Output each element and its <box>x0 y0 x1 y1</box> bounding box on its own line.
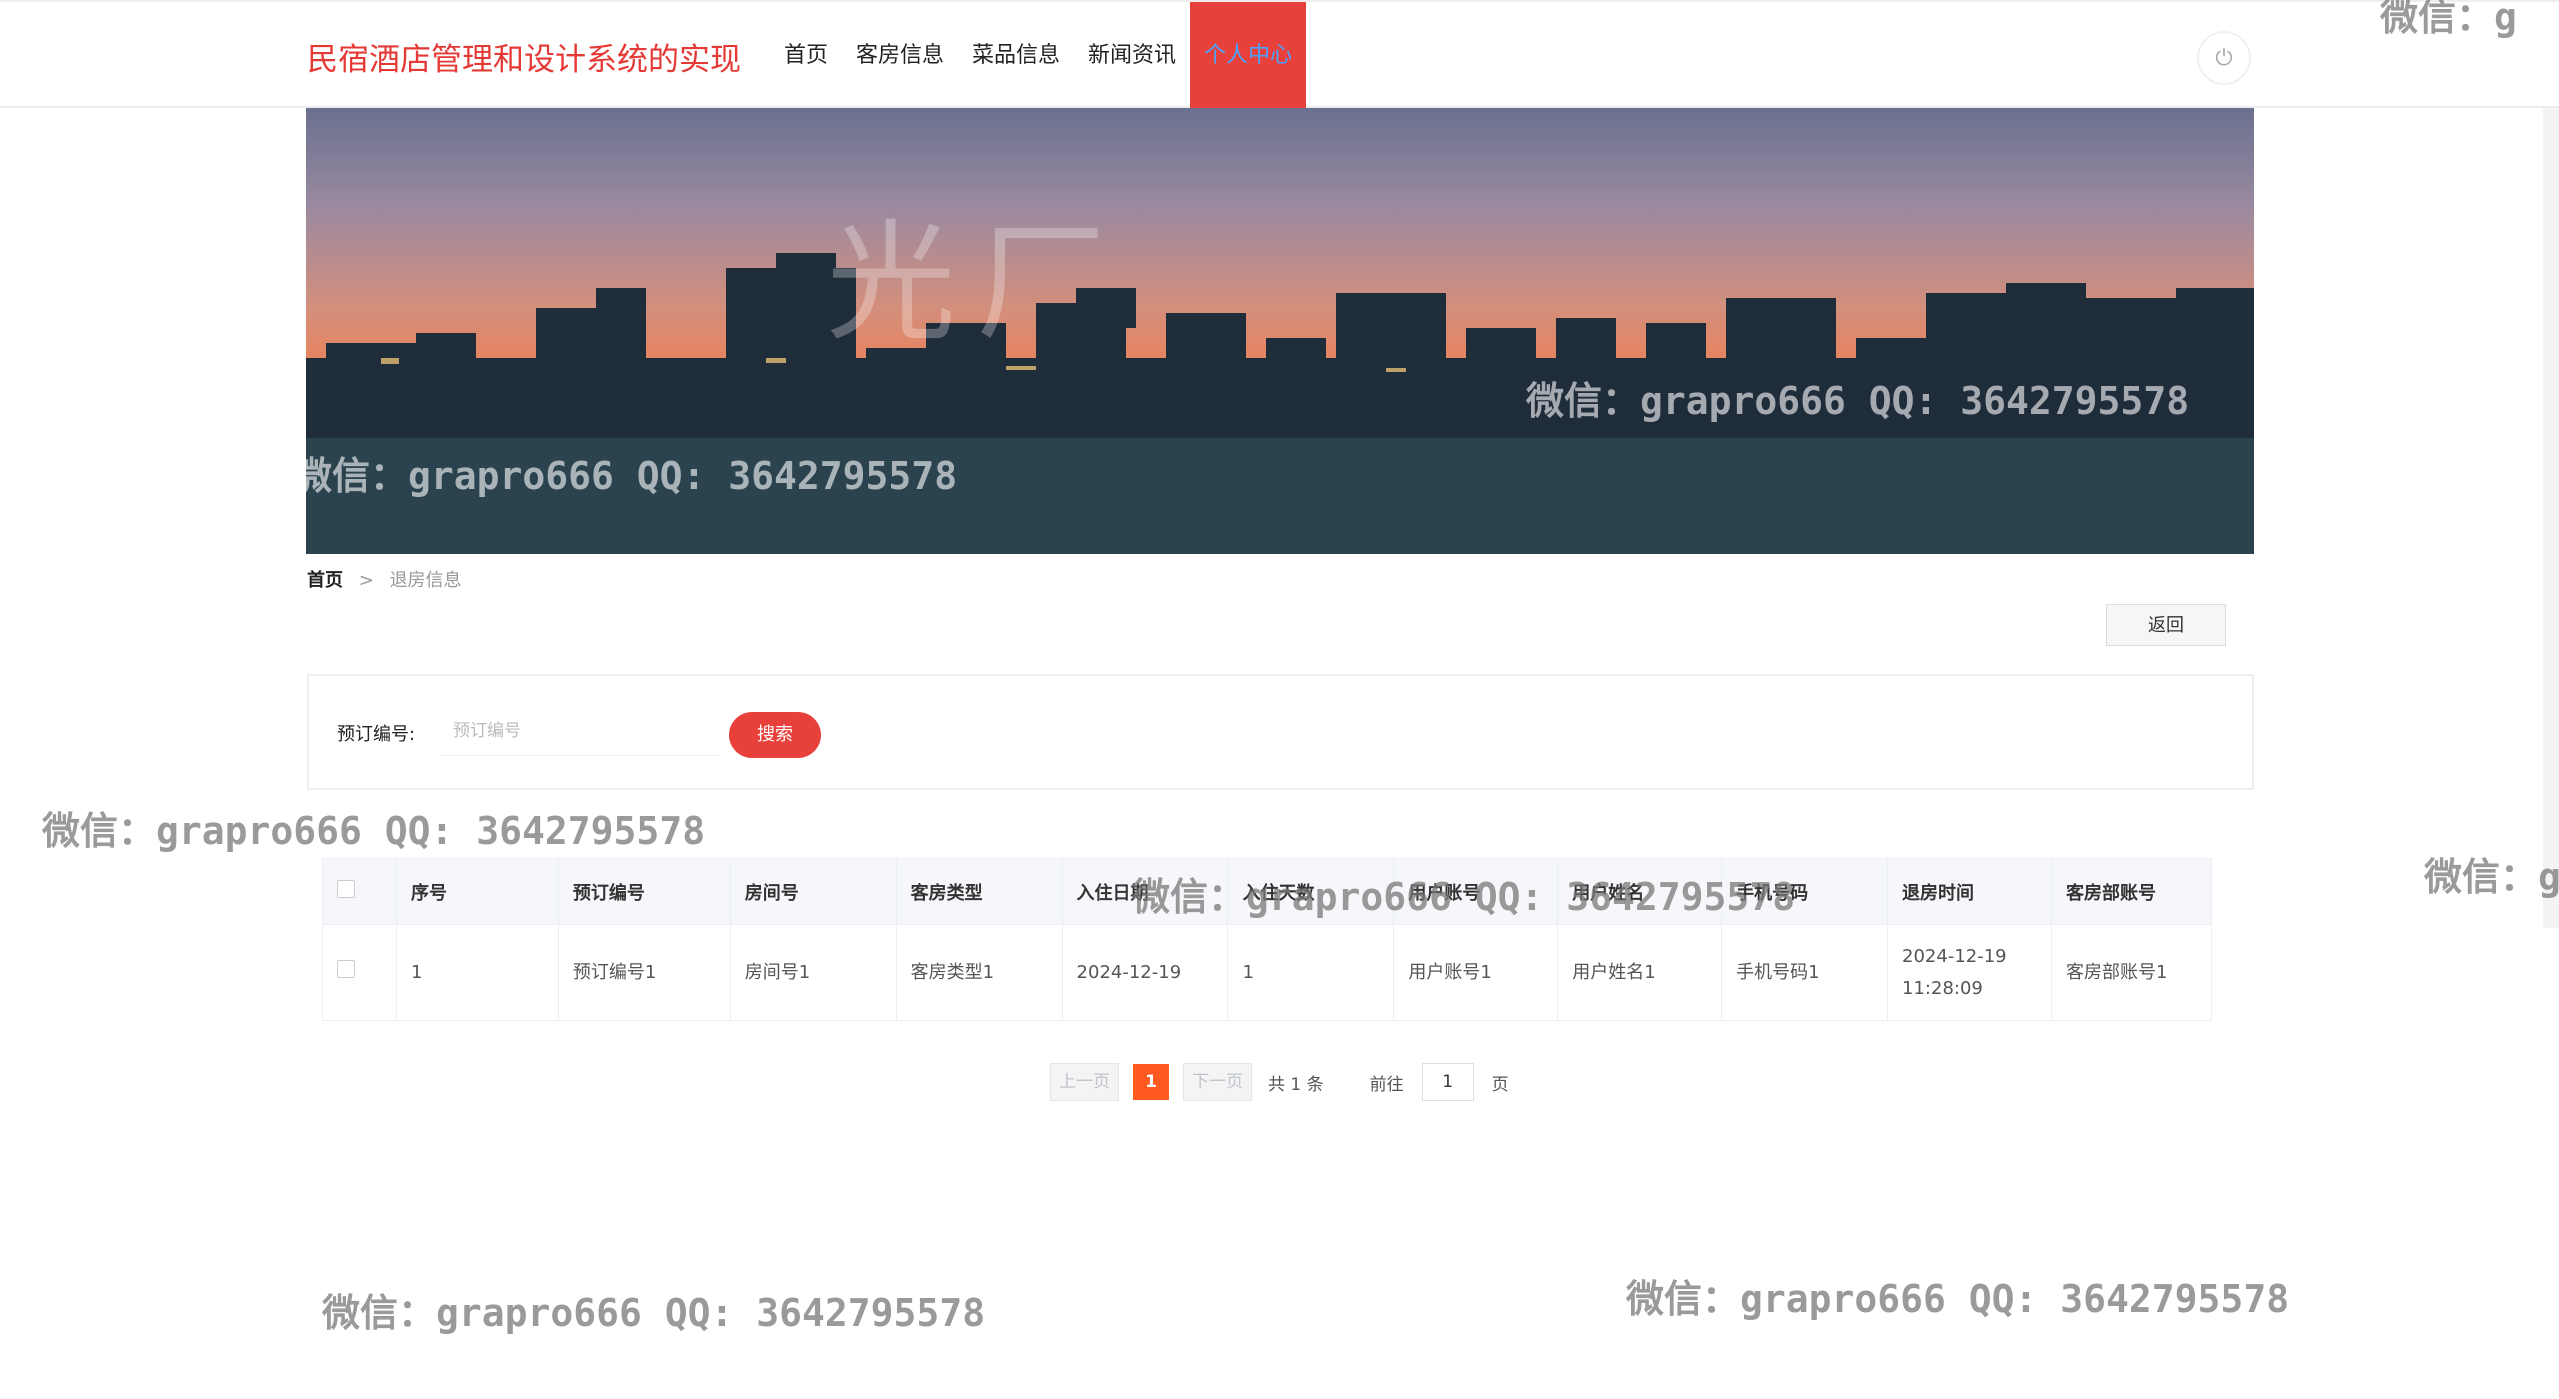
watermark-text: 微信：grapro666 QQ: 3642795578 <box>1626 1277 2290 1321</box>
table-cell: 用户姓名1 <box>1557 924 1723 1021</box>
watermark-text: 微信：g <box>2424 855 2559 899</box>
select-all-checkbox[interactable] <box>337 880 355 898</box>
table-cell: 客房类型1 <box>896 924 1063 1021</box>
column-header: 序号 <box>396 858 559 925</box>
pagination-total: 共 1 条 <box>1268 1074 1324 1095</box>
column-header: 预订编号 <box>558 858 731 925</box>
pagination: 上一页 1 下一页 共 1 条 前往 1 页 <box>1050 1063 1509 1101</box>
table-cell: 房间号1 <box>730 924 897 1021</box>
page-scrollbar[interactable] <box>2543 108 2559 928</box>
table-cell: 1 <box>1227 924 1395 1021</box>
goto-label: 前往 <box>1369 1074 1404 1095</box>
nav-item-dishes[interactable]: 菜品信息 <box>958 2 1074 110</box>
search-panel: 预订编号: 搜索 <box>307 674 2254 790</box>
select-all-cell <box>322 858 397 925</box>
row-select-cell <box>322 924 397 1021</box>
top-header: 民宿酒店管理和设计系统的实现 首页 客房信息 菜品信息 新闻资讯 个人中心 ⏻ <box>0 0 2559 110</box>
column-header: 客房部账号 <box>2051 858 2213 925</box>
column-header: 退房时间 <box>1887 858 2052 925</box>
site-title[interactable]: 民宿酒店管理和设计系统的实现 <box>307 34 741 79</box>
watermark-text: 微信：g <box>2380 0 2517 39</box>
column-header: 房间号 <box>730 858 897 925</box>
table-cell: 用户账号1 <box>1393 924 1559 1021</box>
main-nav: 首页 客房信息 菜品信息 新闻资讯 个人中心 <box>770 2 1307 110</box>
search-label: 预订编号: <box>337 724 416 745</box>
nav-item-news[interactable]: 新闻资讯 <box>1074 2 1190 110</box>
nav-item-rooms[interactable]: 客房信息 <box>842 2 958 110</box>
page-suffix: 页 <box>1491 1074 1509 1095</box>
page-number-current[interactable]: 1 <box>1133 1064 1169 1100</box>
column-header: 客房类型 <box>896 858 1063 925</box>
watermark-text: 微信：grapro666 QQ: 3642795578 <box>1526 379 2190 423</box>
booking-number-search-input[interactable] <box>441 706 721 756</box>
goto-page-input[interactable]: 1 <box>1421 1063 1474 1101</box>
breadcrumb: 首页 > 退房信息 <box>307 566 462 592</box>
power-icon: ⏻ <box>2215 45 2233 71</box>
prev-page-button[interactable]: 上一页 <box>1050 1063 1119 1101</box>
search-button[interactable]: 搜索 <box>729 712 821 758</box>
nav-item-personal-center[interactable]: 个人中心 <box>1190 2 1307 110</box>
table-cell: 客房部账号1 <box>2051 924 2213 1021</box>
table-row[interactable]: 1 预订编号1 房间号1 客房类型1 2024-12-19 1 用户账号1 用户… <box>322 924 2213 1021</box>
logout-button[interactable]: ⏻ <box>2197 31 2251 85</box>
breadcrumb-current: 退房信息 <box>389 570 462 591</box>
table-cell: 1 <box>396 924 559 1021</box>
banner-logo-text: 光厂 <box>826 207 1127 359</box>
back-button[interactable]: 返回 <box>2106 604 2226 646</box>
watermark-text: 微信：grapro666 QQ: 3642795578 <box>322 1291 986 1335</box>
breadcrumb-home[interactable]: 首页 <box>307 570 343 591</box>
row-checkbox[interactable] <box>337 959 355 978</box>
table-cell: 2024-12-19 11:28:09 <box>1887 924 2052 1021</box>
watermark-text: 微信：grapro666 QQ: 3642795578 <box>294 454 958 498</box>
table-cell: 手机号码1 <box>1721 924 1889 1021</box>
next-page-button[interactable]: 下一页 <box>1183 1063 1252 1101</box>
table-cell: 预订编号1 <box>558 924 731 1021</box>
nav-item-home[interactable]: 首页 <box>770 2 842 110</box>
watermark-text: 微信：grapro666 QQ: 3642795578 <box>42 809 706 853</box>
table-cell: 2024-12-19 <box>1062 924 1229 1021</box>
watermark-text: 微信：grapro666 QQ: 3642795578 <box>1132 875 1796 919</box>
breadcrumb-separator: > <box>358 570 374 591</box>
